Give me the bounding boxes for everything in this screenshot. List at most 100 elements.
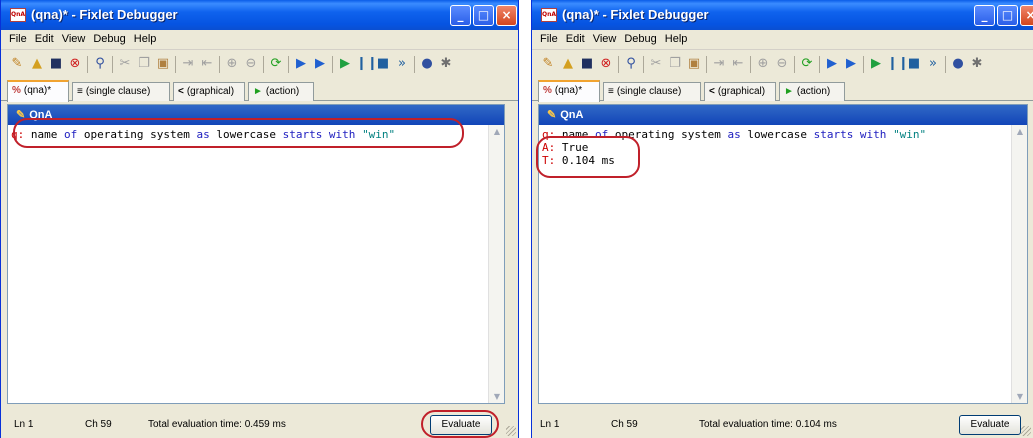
find-icon[interactable]: ⚲ bbox=[92, 56, 108, 72]
vertical-scrollbar[interactable]: ▲ ▼ bbox=[1011, 125, 1027, 403]
new-icon[interactable]: ✎ bbox=[9, 56, 25, 72]
menu-file[interactable]: File bbox=[536, 30, 562, 45]
debug-play-icon[interactable]: ▶ bbox=[337, 56, 353, 72]
menu-edit[interactable]: Edit bbox=[31, 30, 58, 45]
title-bar[interactable]: QnA (qna)* - Fixlet Debugger _ □ × bbox=[1, 0, 518, 30]
resize-grip[interactable] bbox=[506, 426, 516, 436]
toolbar-separator bbox=[794, 56, 795, 73]
tab-label: (action) bbox=[796, 86, 831, 97]
refresh-icon[interactable]: ⟳ bbox=[799, 56, 815, 72]
stop-icon[interactable]: ⊗ bbox=[67, 56, 83, 72]
debug-stop-icon[interactable]: ■ bbox=[375, 56, 391, 72]
cut-icon[interactable]: ✂ bbox=[117, 56, 133, 72]
close-button[interactable]: × bbox=[496, 5, 517, 26]
qna-panel: ✎ QnA q: name of operating system as lowe… bbox=[7, 104, 505, 404]
tab-qna[interactable]: % (qna)* bbox=[7, 80, 69, 102]
run-icon[interactable]: ▶ bbox=[293, 56, 309, 72]
vertical-scrollbar[interactable]: ▲ ▼ bbox=[488, 125, 504, 403]
new-icon[interactable]: ✎ bbox=[540, 56, 556, 72]
tab-action[interactable]: ► (action) bbox=[248, 82, 314, 101]
outdent-icon[interactable]: ⇤ bbox=[730, 56, 746, 72]
refresh-icon[interactable]: ⟳ bbox=[268, 56, 284, 72]
toolbar-separator bbox=[643, 56, 644, 73]
breakpoint-icon[interactable]: ● bbox=[419, 56, 435, 72]
highlight-callout-query bbox=[13, 118, 464, 148]
open-folder-icon[interactable]: ▲ bbox=[560, 56, 576, 72]
paste-icon[interactable]: ▣ bbox=[155, 56, 171, 72]
pause-icon[interactable]: ❙❙ bbox=[887, 56, 909, 72]
evaluation-time: Total evaluation time: 0.104 ms bbox=[699, 419, 837, 430]
menu-help[interactable]: Help bbox=[661, 30, 692, 45]
zoom-in-icon[interactable]: ⊕ bbox=[755, 56, 771, 72]
scroll-down-icon[interactable]: ▼ bbox=[1014, 392, 1026, 401]
scroll-down-icon[interactable]: ▼ bbox=[491, 392, 503, 401]
run-all-icon[interactable]: ▶ bbox=[312, 56, 328, 72]
tab-label: (qna)* bbox=[554, 85, 583, 96]
pause-icon[interactable]: ❙❙ bbox=[356, 56, 378, 72]
toolbar-separator bbox=[87, 56, 88, 73]
clause-icon: ≡ bbox=[77, 86, 83, 97]
tab-label: (graphical) bbox=[717, 86, 766, 97]
cut-icon[interactable]: ✂ bbox=[648, 56, 664, 72]
resize-grip[interactable] bbox=[1021, 426, 1031, 436]
tab-qna[interactable]: % (qna)* bbox=[538, 80, 600, 102]
paste-icon[interactable]: ▣ bbox=[686, 56, 702, 72]
breakpoint-icon[interactable]: ● bbox=[950, 56, 966, 72]
copy-icon[interactable]: ❐ bbox=[136, 56, 152, 72]
zoom-in-icon[interactable]: ⊕ bbox=[224, 56, 240, 72]
menu-debug[interactable]: Debug bbox=[89, 30, 129, 45]
scroll-up-icon[interactable]: ▲ bbox=[1014, 127, 1026, 136]
title-bar[interactable]: QnA (qna)* - Fixlet Debugger _ □ × bbox=[532, 0, 1033, 30]
debug-play-icon[interactable]: ▶ bbox=[868, 56, 884, 72]
window-title: (qna)* - Fixlet Debugger bbox=[31, 7, 178, 22]
outdent-icon[interactable]: ⇤ bbox=[199, 56, 215, 72]
step-icon[interactable]: » bbox=[925, 56, 941, 72]
indent-icon[interactable]: ⇥ bbox=[180, 56, 196, 72]
find-icon[interactable]: ⚲ bbox=[623, 56, 639, 72]
toolbar-separator bbox=[288, 56, 289, 73]
tab-single-clause[interactable]: ≡ (single clause) bbox=[603, 82, 701, 101]
menu-view[interactable]: View bbox=[58, 30, 90, 45]
stop-icon[interactable]: ⊗ bbox=[598, 56, 614, 72]
toolbar-separator bbox=[750, 56, 751, 73]
qna-app-icon: QnA bbox=[541, 8, 557, 22]
zoom-out-icon[interactable]: ⊖ bbox=[243, 56, 259, 72]
menu-edit[interactable]: Edit bbox=[562, 30, 589, 45]
panel-title: QnA bbox=[560, 109, 584, 121]
minimize-button[interactable]: _ bbox=[450, 5, 471, 26]
tab-single-clause[interactable]: ≡ (single clause) bbox=[72, 82, 170, 101]
tab-graphical[interactable]: < (graphical) bbox=[704, 82, 776, 101]
tab-action[interactable]: ► (action) bbox=[779, 82, 845, 101]
save-icon[interactable]: ■ bbox=[579, 56, 595, 72]
open-folder-icon[interactable]: ▲ bbox=[29, 56, 45, 72]
clear-breakpoints-icon[interactable]: ✱ bbox=[438, 56, 454, 72]
menu-debug[interactable]: Debug bbox=[620, 30, 660, 45]
menu-view[interactable]: View bbox=[589, 30, 621, 45]
fixlet-debugger-window-after: QnA (qna)* - Fixlet Debugger _ □ × FileE… bbox=[531, 0, 1033, 438]
close-button[interactable]: × bbox=[1020, 5, 1033, 26]
save-icon[interactable]: ■ bbox=[48, 56, 64, 72]
maximize-button[interactable]: □ bbox=[997, 5, 1018, 26]
percent-icon: % bbox=[12, 85, 21, 96]
run-icon[interactable]: ▶ bbox=[824, 56, 840, 72]
clear-breakpoints-icon[interactable]: ✱ bbox=[969, 56, 985, 72]
menu-file[interactable]: File bbox=[5, 30, 31, 45]
menu-help[interactable]: Help bbox=[130, 30, 161, 45]
tab-strip: % (qna)* ≡ (single clause) < (graphical) ►(… bbox=[1, 80, 518, 102]
run-all-icon[interactable]: ▶ bbox=[843, 56, 859, 72]
step-icon[interactable]: » bbox=[394, 56, 410, 72]
toolbar-separator bbox=[112, 56, 113, 73]
indent-icon[interactable]: ⇥ bbox=[711, 56, 727, 72]
maximize-button[interactable]: □ bbox=[473, 5, 494, 26]
fixlet-debugger-window-before: QnA (qna)* - Fixlet Debugger _ □ × File E… bbox=[0, 0, 519, 438]
zoom-out-icon[interactable]: ⊖ bbox=[774, 56, 790, 72]
toolbar-separator bbox=[618, 56, 619, 73]
pencil-icon: ✎ bbox=[547, 109, 557, 121]
scroll-up-icon[interactable]: ▲ bbox=[491, 127, 503, 136]
copy-icon[interactable]: ❐ bbox=[667, 56, 683, 72]
evaluate-button[interactable]: Evaluate bbox=[959, 415, 1021, 435]
minimize-button[interactable]: _ bbox=[974, 5, 995, 26]
debug-stop-icon[interactable]: ■ bbox=[906, 56, 922, 72]
tab-graphical[interactable]: < (graphical) bbox=[173, 82, 245, 101]
toolbar-separator bbox=[819, 56, 820, 73]
